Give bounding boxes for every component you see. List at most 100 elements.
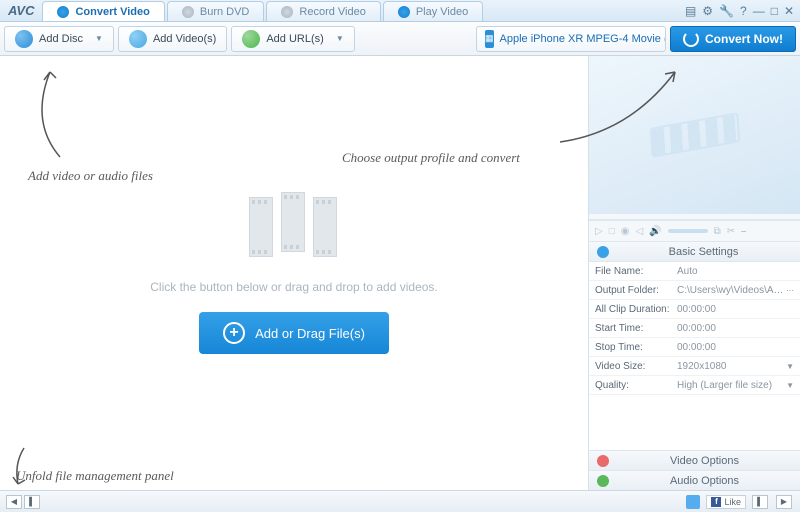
setting-label: All Clip Duration: [589, 304, 673, 315]
button-label: Add Video(s) [153, 33, 216, 45]
settings-row: All Clip Duration:00:00:00 [589, 300, 800, 319]
menu-icon[interactable]: ▤ [685, 4, 696, 18]
volume-slider[interactable] [668, 229, 708, 233]
facebook-icon: f [711, 497, 721, 507]
status-bar: ◀ ▌ f Like ▌ ▶ [0, 490, 800, 512]
basic-settings-list: File Name:AutoOutput Folder:C:\Users\wy\… [589, 262, 800, 395]
plus-circle-icon: + [223, 322, 245, 344]
window-controls: ▤ ⚙ 🔧 ? — □ ✕ [685, 4, 800, 18]
minimize-icon[interactable]: — [753, 4, 765, 18]
tab-burn-dvd[interactable]: Burn DVD [167, 1, 265, 21]
audio-options-row[interactable]: Audio Options [589, 470, 800, 490]
panel-expand-left-button[interactable]: ▌ [752, 495, 768, 509]
setting-value: Auto [673, 266, 800, 277]
button-label: Add or Drag File(s) [255, 326, 365, 341]
film-plus-icon [129, 30, 147, 48]
setting-value: 00:00:00 [673, 304, 800, 315]
button-label: Convert Now! [705, 32, 783, 46]
toolbar: Add Disc ▼ Add Video(s) Add URL(s) ▼ ▦ A… [0, 22, 800, 56]
drop-zone[interactable]: Click the button below or drag and drop … [0, 56, 588, 490]
settings-row: Start Time:00:00:00 [589, 319, 800, 338]
button-label: Add Disc [39, 33, 83, 45]
chevron-down-icon: ▼ [95, 34, 103, 43]
setting-value: High (Larger file size) [673, 380, 786, 391]
filmstrip-placeholder-icon [249, 192, 339, 262]
help-icon[interactable]: ? [740, 4, 747, 18]
like-label: Like [724, 497, 741, 507]
chevron-down-icon[interactable]: ▼ [786, 381, 800, 390]
tab-play-video[interactable]: Play Video [383, 1, 483, 21]
section-title: Basic Settings [615, 246, 792, 258]
key-icon[interactable]: 🔧 [719, 4, 734, 18]
play-icon[interactable]: ▷ [595, 226, 603, 237]
mark-icon[interactable]: ⎯ [741, 226, 746, 237]
add-disc-button[interactable]: Add Disc ▼ [4, 26, 114, 52]
refresh-icon [683, 31, 699, 47]
disc-icon [182, 6, 194, 18]
setting-label: Stop Time: [589, 342, 673, 353]
cut-icon[interactable]: ✂ [727, 226, 735, 237]
settings-row[interactable]: Video Size:1920x1080▼ [589, 357, 800, 376]
setting-value: 00:00:00 [673, 323, 800, 334]
setting-value: 00:00:00 [673, 342, 800, 353]
play-icon [398, 6, 410, 18]
close-icon[interactable]: ✕ [784, 4, 794, 18]
tab-convert-video[interactable]: Convert Video [42, 1, 164, 21]
convert-now-button[interactable]: Convert Now! [670, 26, 796, 52]
video-options-row[interactable]: Video Options [589, 450, 800, 470]
drop-hint: Click the button below or drag and drop … [150, 280, 438, 294]
player-controls: ▷ □ ◉ ◁ 🔊 ⧉ ✂ ⎯ [589, 220, 800, 242]
link-icon[interactable]: ⧉ [714, 226, 721, 237]
stop-icon[interactable]: □ [609, 226, 615, 237]
film-reel-icon [649, 112, 740, 158]
setting-label: Output Folder: [589, 285, 673, 296]
settings-row: File Name:Auto [589, 262, 800, 281]
facebook-like-button[interactable]: f Like [706, 495, 746, 509]
setting-value: C:\Users\wy\Videos\An... [673, 285, 786, 296]
output-profile-selector[interactable]: ▦ Apple iPhone XR MPEG-4 Movie (*.m... ▼ [476, 26, 666, 52]
gear-icon[interactable]: ⚙ [702, 4, 713, 18]
setting-label: Start Time: [589, 323, 673, 334]
setting-label: File Name: [589, 266, 673, 277]
video-icon [597, 455, 609, 467]
main-area: Click the button below or drag and drop … [0, 56, 800, 490]
setting-label: Video Size: [589, 361, 673, 372]
tab-label: Record Video [299, 6, 365, 18]
panel-collapse-left-button[interactable]: ◀ [6, 495, 22, 509]
right-panel: ▷ □ ◉ ◁ 🔊 ⧉ ✂ ⎯ Basic Settings File Name… [588, 56, 800, 490]
main-tabs: Convert Video Burn DVD Record Video Play… [42, 0, 684, 21]
browse-icon[interactable]: ⋯ [786, 286, 800, 295]
tab-record-video[interactable]: Record Video [266, 1, 380, 21]
panel-collapse-right-button[interactable]: ▌ [24, 495, 40, 509]
volume-icon[interactable]: 🔊 [649, 226, 661, 237]
title-bar: AVC Convert Video Burn DVD Record Video … [0, 0, 800, 22]
settings-row: Stop Time:00:00:00 [589, 338, 800, 357]
maximize-icon[interactable]: □ [771, 4, 778, 18]
tab-label: Burn DVD [200, 6, 250, 18]
profile-label: Apple iPhone XR MPEG-4 Movie (*.m... [500, 33, 666, 45]
add-urls-button[interactable]: Add URL(s) ▼ [231, 26, 354, 52]
snapshot-icon[interactable]: ◉ [621, 226, 630, 237]
add-or-drag-files-button[interactable]: + Add or Drag File(s) [199, 312, 389, 354]
add-videos-button[interactable]: Add Video(s) [118, 26, 227, 52]
gear-icon [597, 246, 609, 258]
prev-icon[interactable]: ◁ [635, 226, 643, 237]
setting-value: 1920x1080 [673, 361, 786, 372]
settings-row[interactable]: Quality:High (Larger file size)▼ [589, 376, 800, 395]
panel-expand-right-button[interactable]: ▶ [776, 495, 792, 509]
twitter-icon[interactable] [686, 495, 700, 509]
tab-label: Convert Video [75, 6, 149, 18]
row-label: Video Options [617, 455, 792, 467]
audio-icon [597, 475, 609, 487]
app-logo: AVC [0, 3, 42, 18]
settings-row[interactable]: Output Folder:C:\Users\wy\Videos\An...⋯ [589, 281, 800, 300]
tab-label: Play Video [416, 6, 468, 18]
record-icon [281, 6, 293, 18]
basic-settings-header[interactable]: Basic Settings [589, 242, 800, 262]
chevron-down-icon[interactable]: ▼ [786, 362, 800, 371]
chevron-down-icon: ▼ [336, 34, 344, 43]
profile-icon: ▦ [485, 30, 494, 48]
row-label: Audio Options [617, 475, 792, 487]
refresh-icon [57, 6, 69, 18]
disc-plus-icon [15, 30, 33, 48]
